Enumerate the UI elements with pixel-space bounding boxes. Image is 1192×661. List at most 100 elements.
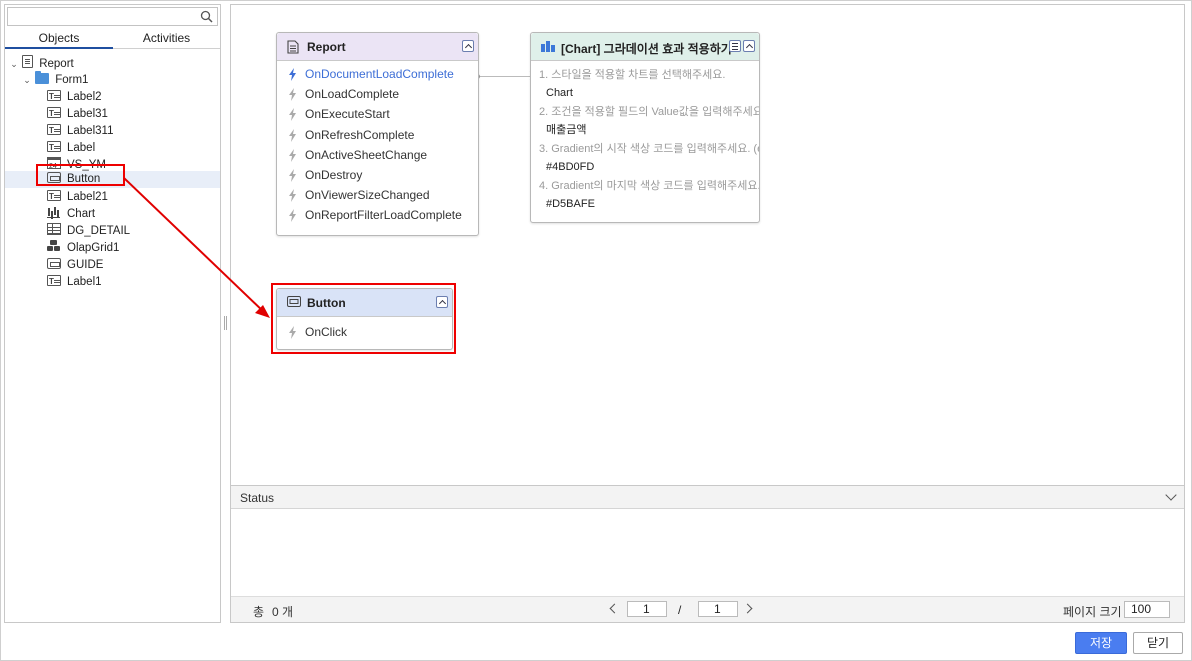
lightning-icon (289, 68, 296, 81)
status-label: Status (240, 491, 275, 505)
param-label: 4. Gradient의 마지막 색상 코드를 입력해주세요. (539, 180, 759, 192)
search-input[interactable] (8, 8, 198, 25)
tree-item-label: Report (39, 58, 74, 70)
panel-tabs: Objects Activities (5, 29, 220, 49)
close-button[interactable]: 닫기 (1133, 632, 1183, 654)
param-value[interactable]: 매출금액 (539, 121, 759, 140)
tree-item-label: OlapGrid1 (67, 242, 120, 254)
label-icon (47, 105, 61, 122)
event-item[interactable]: OnDestroy (277, 165, 478, 185)
param-label: 3. Gradient의 시작 색상 코드를 입력해주세요. (e (539, 143, 759, 155)
status-bar[interactable]: Status (231, 485, 1184, 509)
chevron-down-icon[interactable] (1165, 489, 1177, 501)
chevron-down-icon[interactable]: ⌄ (22, 72, 32, 89)
report-node[interactable]: Report OnDocumentLoadComplete OnLoadComp… (276, 32, 479, 236)
tree-item-label: Label1 (67, 276, 102, 288)
lightning-icon (289, 189, 296, 203)
event-label: OnExecuteStart (305, 107, 390, 122)
label-icon (47, 139, 61, 156)
flow-canvas[interactable]: Report OnDocumentLoadComplete OnLoadComp… (230, 4, 1185, 623)
connector-line (479, 76, 533, 77)
param-value[interactable]: #4BD0FD (539, 158, 759, 177)
current-page-input[interactable]: 1 (627, 601, 667, 617)
tree-item-label21[interactable]: Label21 (47, 188, 108, 206)
event-label: OnViewerSizeChanged (305, 188, 430, 203)
event-label: OnDocumentLoadComplete (305, 67, 454, 81)
label-icon (47, 273, 61, 290)
report-node-title: Report (307, 40, 346, 54)
search-icon[interactable] (200, 10, 213, 23)
tab-activities[interactable]: Activities (113, 29, 220, 49)
folder-icon (35, 71, 50, 84)
report-node-header[interactable]: Report (277, 33, 478, 61)
tree-item-label: Label311 (67, 125, 114, 137)
chart-icon (47, 206, 61, 218)
tree-item-label311[interactable]: Label311 (47, 122, 114, 140)
tree-item-dg-detail[interactable]: DG_DETAIL (47, 223, 130, 240)
chart-param-list: 1. 스타일을 적용할 차트를 선택해주세요. Chart 2. 조건을 적용할… (531, 61, 759, 214)
total-pages-field: 1 (698, 601, 738, 617)
event-label: OnActiveSheetChange (305, 147, 428, 162)
pager-bar: 총 0 개 1 / 1 페이지 크기 100 (231, 596, 1184, 622)
event-item[interactable]: OnActiveSheetChange (277, 145, 478, 165)
tree-item-label1[interactable]: Label1 (47, 273, 102, 291)
event-item[interactable]: OnDocumentLoadComplete (277, 64, 478, 84)
document-icon (22, 55, 34, 68)
tree-item-label: Label (67, 142, 96, 154)
label-icon (47, 122, 61, 139)
event-label: OnReportFilterLoadComplete (305, 208, 462, 223)
tree-item-label: Label2 (67, 91, 102, 103)
objects-panel: Objects Activities ⌄ Report ⌄ Form1 Labe… (4, 4, 221, 623)
tree-item-label[interactable]: Label (47, 139, 96, 157)
tree-item-label: Label31 (67, 108, 108, 120)
lightning-icon (289, 128, 296, 142)
blocks-icon (541, 41, 555, 52)
event-item[interactable]: OnReportFilterLoadComplete (277, 205, 478, 225)
total-label: 총 (253, 605, 265, 619)
tree-item-report[interactable]: ⌄ Report (9, 55, 74, 72)
page-separator: / (678, 603, 682, 617)
search-box[interactable] (7, 7, 218, 26)
total-value: 0 개 (272, 605, 294, 619)
label-icon (47, 88, 61, 105)
tree-item-guide[interactable]: GUIDE (47, 257, 103, 274)
chart-activity-node[interactable]: [Chart] 그라데이션 효과 적용하기 1. 스타일을 적용할 차트를 선택… (530, 32, 760, 223)
list-icon[interactable] (729, 40, 741, 52)
lightning-icon (289, 108, 296, 122)
highlight-box-button-node (271, 283, 456, 354)
param-value[interactable]: Chart (539, 84, 759, 103)
param-label: 1. 스타일을 적용할 차트를 선택해주세요. (539, 69, 726, 81)
event-label: OnDestroy (305, 167, 363, 182)
chevron-right-icon[interactable] (742, 603, 753, 614)
chevron-down-icon[interactable]: ⌄ (9, 56, 19, 73)
tree-item-label: Chart (67, 208, 96, 220)
tree-item-olapgrid1[interactable]: OlapGrid1 (47, 240, 119, 257)
event-item[interactable]: OnRefreshComplete (277, 125, 478, 145)
tree-item-label: Form1 (55, 74, 89, 86)
tab-objects[interactable]: Objects (5, 29, 113, 49)
collapse-icon[interactable] (743, 40, 755, 52)
lightning-icon (289, 148, 296, 162)
chevron-left-icon[interactable] (609, 603, 620, 614)
save-button[interactable]: 저장 (1075, 632, 1127, 654)
label-icon (47, 188, 61, 205)
tree-item-label31[interactable]: Label31 (47, 105, 108, 123)
tree-item-chart[interactable]: Chart (47, 206, 95, 223)
lightning-icon (289, 88, 296, 102)
tree-item-label: DG_DETAIL (67, 225, 131, 237)
event-item[interactable]: OnLoadComplete (277, 84, 478, 104)
report-event-list: OnDocumentLoadComplete OnLoadComplete On… (277, 61, 478, 226)
param-label: 2. 조건을 적용할 필드의 Value값을 입력해주세요 (539, 106, 759, 118)
tree-item-label: Label21 (67, 191, 108, 203)
collapse-icon[interactable] (462, 40, 474, 52)
event-item[interactable]: OnViewerSizeChanged (277, 185, 478, 205)
tree-item-form1[interactable]: ⌄ Form1 (22, 71, 89, 89)
event-item[interactable]: OnExecuteStart (277, 104, 478, 124)
param-value[interactable]: #D5BAFE (539, 195, 759, 214)
page-size-input[interactable]: 100 (1124, 601, 1170, 618)
total-count: 총 0 개 (253, 603, 293, 620)
tree-item-label2[interactable]: Label2 (47, 88, 102, 106)
chart-node-header[interactable]: [Chart] 그라데이션 효과 적용하기 (531, 33, 759, 61)
splitter-handle[interactable] (224, 316, 227, 330)
lightning-icon (289, 168, 296, 182)
